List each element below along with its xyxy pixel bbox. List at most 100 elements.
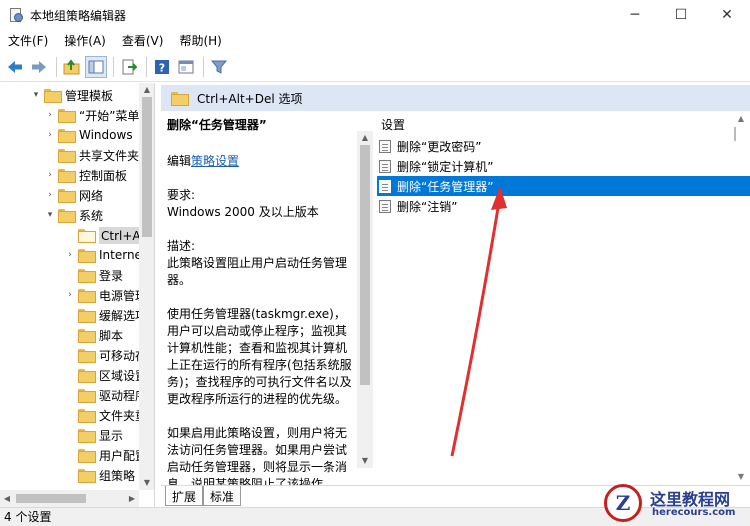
tree-item-system[interactable]: ▾ 系统 (44, 205, 103, 225)
tree-item-start-menu[interactable]: › “开始”菜单 (44, 105, 139, 125)
folder-icon (58, 209, 76, 223)
folder-header: Ctrl+Alt+Del 选项 (161, 85, 750, 111)
maximize-button[interactable]: ☐ (658, 0, 704, 30)
tree-item-display[interactable]: 显示 (64, 425, 123, 445)
folder-icon (78, 309, 96, 323)
requirements-value: Windows 2000 及以上版本 (167, 205, 319, 219)
tree-item-drivers[interactable]: 驱动程序 (64, 385, 147, 405)
scrollbar-thumb[interactable] (16, 494, 86, 503)
description-label: 描述: (167, 239, 196, 253)
close-button[interactable]: ✕ (704, 0, 750, 30)
folder-icon (58, 129, 76, 143)
tree-item-power-management[interactable]: › 电源管理 (64, 285, 147, 305)
settings-column-header[interactable]: 设置 (381, 116, 405, 133)
tree-item-network[interactable]: › 网络 (44, 185, 103, 205)
collapse-chevron-icon[interactable]: ▾ (44, 210, 56, 220)
tree-item-windows[interactable]: › Windows (44, 125, 133, 145)
svg-text:?: ? (159, 61, 165, 74)
up-folder-icon[interactable] (61, 56, 83, 78)
menu-help[interactable]: 帮助(H) (171, 30, 229, 52)
folder-icon (58, 189, 76, 203)
export-list-icon[interactable] (118, 56, 140, 78)
expand-chevron-icon[interactable]: › (64, 290, 76, 300)
setting-remove-lock-computer[interactable]: 删除“锁定计算机” (377, 156, 750, 176)
tree-item-logon[interactable]: 登录 (64, 265, 123, 285)
menu-action[interactable]: 操作(A) (56, 30, 114, 52)
folder-icon (78, 369, 96, 383)
folder-icon (78, 389, 96, 403)
policy-tree[interactable]: ▾ 管理模板 › “开始”菜单 › Windows 共享文件夹 › 控制面板 ›… (0, 83, 155, 507)
tab-standard[interactable]: 标准 (203, 486, 242, 506)
enabled-text: 如果启用此策略设置，则用户将无法访问任务管理器。如果用户尝试启动任务管理器，则将… (167, 426, 348, 485)
edit-policy-line: 编辑策略设置 (167, 154, 240, 168)
policy-title: 删除“任务管理器” (167, 118, 267, 132)
folder-icon (78, 429, 96, 443)
menu-bar: 文件(F) 操作(A) 查看(V) 帮助(H) (0, 30, 750, 52)
forward-arrow-icon[interactable] (28, 56, 50, 78)
tree-item-control-panel[interactable]: › 控制面板 (44, 165, 127, 185)
window-title: 本地组策略编辑器 (30, 8, 127, 23)
toolbar-separator (56, 56, 57, 77)
scroll-up-arrow-icon[interactable]: ▲ (734, 113, 748, 125)
expand-chevron-icon[interactable]: › (44, 110, 56, 120)
scrollbar-thumb[interactable] (734, 127, 736, 141)
setting-remove-logoff[interactable]: 删除“注销” (377, 196, 750, 216)
folder-icon (58, 169, 76, 183)
tree-item-mitigation-options[interactable]: 缓解选项 (64, 305, 147, 325)
filter-icon[interactable] (208, 56, 230, 78)
folder-header-title: Ctrl+Alt+Del 选项 (197, 91, 303, 106)
folder-icon (78, 269, 96, 283)
show-hide-tree-icon[interactable] (85, 55, 107, 78)
usage-text: 使用任务管理器(taskmgr.exe)，用户可以启动或停止程序；监视其计算机性… (167, 307, 352, 406)
expand-chevron-icon[interactable]: › (44, 190, 56, 200)
settings-scrollbar[interactable]: ▲ ▼ (732, 111, 750, 485)
scroll-left-arrow-icon[interactable]: ◀ (0, 490, 14, 507)
settings-list[interactable]: 设置 删除“更改密码” 删除“锁定计算机” 删除“任务管理器” 删除“注销” (373, 111, 750, 485)
tree-horizontal-scrollbar[interactable]: ◀ ▶ (0, 490, 139, 507)
back-arrow-icon[interactable] (4, 56, 26, 78)
scroll-up-arrow-icon[interactable]: ▲ (357, 131, 373, 145)
tree-item-internet[interactable]: › Internet (64, 245, 147, 265)
folder-icon (78, 409, 96, 423)
scrollbar-thumb[interactable] (360, 145, 370, 385)
site-url: herecours.com (652, 507, 736, 518)
expand-chevron-icon[interactable]: › (44, 130, 56, 140)
minimize-button[interactable]: ─ (612, 0, 658, 30)
folder-icon (78, 289, 96, 303)
toolbar: ? (0, 52, 750, 82)
help-icon[interactable]: ? (151, 56, 173, 78)
toolbar-separator (203, 56, 204, 77)
tree-item-scripts[interactable]: 脚本 (64, 325, 123, 345)
toolbar-separator (146, 56, 147, 77)
toolbar-separator (113, 56, 114, 77)
scrollbar-thumb[interactable] (142, 97, 152, 237)
description-text: 此策略设置阻止用户启动任务管理器。 (167, 256, 348, 287)
scroll-down-arrow-icon[interactable]: ▼ (139, 476, 154, 490)
open-folder-icon (78, 229, 96, 243)
tree-item-shared-folders[interactable]: 共享文件夹 (44, 145, 139, 165)
setting-remove-change-password[interactable]: 删除“更改密码” (377, 136, 750, 156)
expand-chevron-icon[interactable]: › (64, 250, 76, 260)
policy-setting-icon (379, 159, 391, 173)
expand-chevron-icon[interactable]: › (44, 170, 56, 180)
folder-icon (171, 92, 189, 106)
properties-icon[interactable] (175, 56, 197, 78)
policy-description-pane: 删除“任务管理器” 编辑策略设置 要求: Windows 2000 及以上版本 … (161, 111, 357, 485)
tab-extended[interactable]: 扩展 (165, 486, 204, 506)
tree-item-group-policy[interactable]: 组策略 (64, 465, 135, 485)
title-bar: 本地组策略编辑器 ─ ☐ ✕ (0, 0, 750, 30)
description-scrollbar[interactable]: ▲ ▼ (357, 131, 373, 468)
policy-setting-icon (379, 139, 391, 153)
scroll-right-arrow-icon[interactable]: ▶ (125, 490, 139, 507)
tree-item-admin-templates[interactable]: ▾ 管理模板 (30, 85, 113, 105)
tree-item-locale[interactable]: 区域设置 (64, 365, 147, 385)
collapse-chevron-icon[interactable]: ▾ (30, 90, 42, 100)
menu-view[interactable]: 查看(V) (114, 30, 172, 52)
scroll-up-arrow-icon[interactable]: ▲ (139, 83, 154, 97)
site-watermark: Z 这里教程网 herecours.com (598, 480, 750, 526)
setting-remove-task-manager[interactable]: 删除“任务管理器” (377, 176, 750, 196)
tree-vertical-scrollbar[interactable]: ▲ ▼ (139, 83, 154, 490)
menu-file[interactable]: 文件(F) (0, 30, 56, 52)
scroll-down-arrow-icon[interactable]: ▼ (357, 454, 373, 468)
edit-policy-link[interactable]: 策略设置 (191, 154, 239, 168)
